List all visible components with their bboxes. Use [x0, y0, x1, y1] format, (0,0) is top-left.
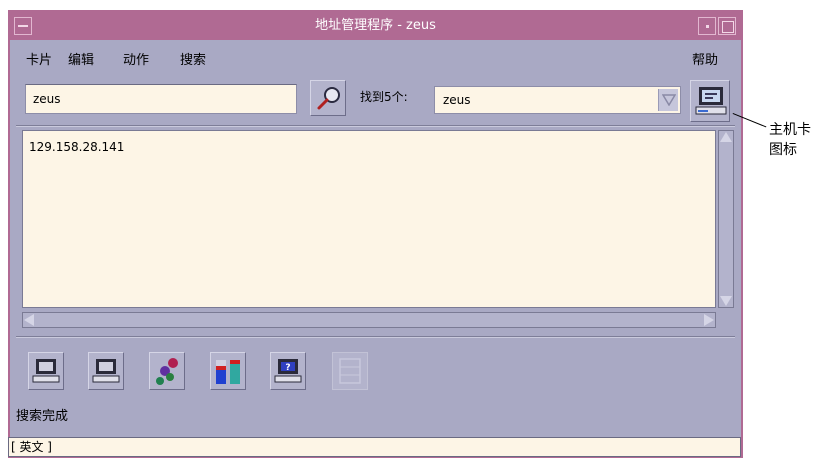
help-card-icon: ?	[274, 359, 302, 383]
host-card-icon	[32, 359, 60, 383]
horizontal-scrollbar[interactable]	[22, 312, 716, 328]
scroll-up-icon[interactable]	[720, 132, 732, 142]
search-input[interactable]: zeus	[25, 84, 297, 114]
search-button[interactable]	[310, 80, 346, 116]
maximize-button[interactable]	[718, 17, 736, 35]
svg-text:?: ?	[285, 363, 290, 373]
host-card-tool-button[interactable]	[28, 352, 64, 390]
selected-result: zeus	[443, 93, 471, 107]
scroll-left-icon[interactable]	[24, 314, 34, 326]
input-method-status-bar: [ 英文 ]	[8, 437, 741, 457]
gears-icon	[156, 358, 178, 385]
scroll-down-icon[interactable]	[720, 296, 732, 306]
vertical-scrollbar[interactable]	[718, 130, 734, 308]
menu-card[interactable]: 卡片	[26, 49, 52, 68]
combobox-arrow-button[interactable]	[658, 89, 678, 111]
chevron-down-icon	[662, 94, 676, 106]
gears-tool-button[interactable]	[149, 352, 185, 390]
menu-search[interactable]: 搜索	[180, 49, 206, 68]
blank-card-icon	[339, 358, 361, 384]
address-manager-window: 地址管理程序 - zeus 卡片 编辑 动作 搜索 帮助 zeus 找到5个: …	[8, 10, 743, 458]
window-title: 地址管理程序 - zeus	[315, 18, 436, 33]
menu-help[interactable]: 帮助	[692, 49, 718, 68]
menu-bar: 卡片 编辑 动作 搜索 帮助	[10, 40, 741, 74]
found-results-combobox[interactable]: zeus	[434, 86, 681, 114]
scroll-right-icon[interactable]	[704, 314, 714, 326]
found-count-label: 找到5个:	[360, 90, 408, 104]
help-card-tool-button[interactable]: ?	[270, 352, 306, 390]
callout-line-1: 主机卡	[769, 122, 811, 138]
title-bar[interactable]: 地址管理程序 - zeus	[10, 12, 741, 40]
host-card-icon	[92, 359, 120, 383]
toolbar-separator	[16, 125, 735, 127]
status-text: 搜索完成	[16, 409, 69, 424]
host-card-button[interactable]	[690, 80, 730, 122]
detail-separator	[16, 336, 735, 338]
minimize-button[interactable]	[698, 17, 716, 35]
host-card-tool-button-2[interactable]	[88, 352, 124, 390]
menu-action[interactable]: 动作	[123, 49, 149, 68]
card-detail-text: 129.158.28.141	[29, 140, 125, 154]
magnifier-icon	[317, 87, 340, 110]
input-method-label: [ 英文 ]	[11, 440, 52, 454]
host-card-icon-callout: 主机卡 图标	[769, 120, 825, 160]
bar-chart-icon	[216, 360, 240, 384]
callout-line-2: 图标	[769, 142, 797, 158]
menu-edit[interactable]: 编辑	[68, 49, 94, 68]
blank-card-tool-button[interactable]	[332, 352, 368, 390]
host-card-icon	[695, 87, 727, 115]
card-detail-area[interactable]: 129.158.28.141	[22, 130, 716, 308]
bar-chart-tool-button[interactable]	[210, 352, 246, 390]
